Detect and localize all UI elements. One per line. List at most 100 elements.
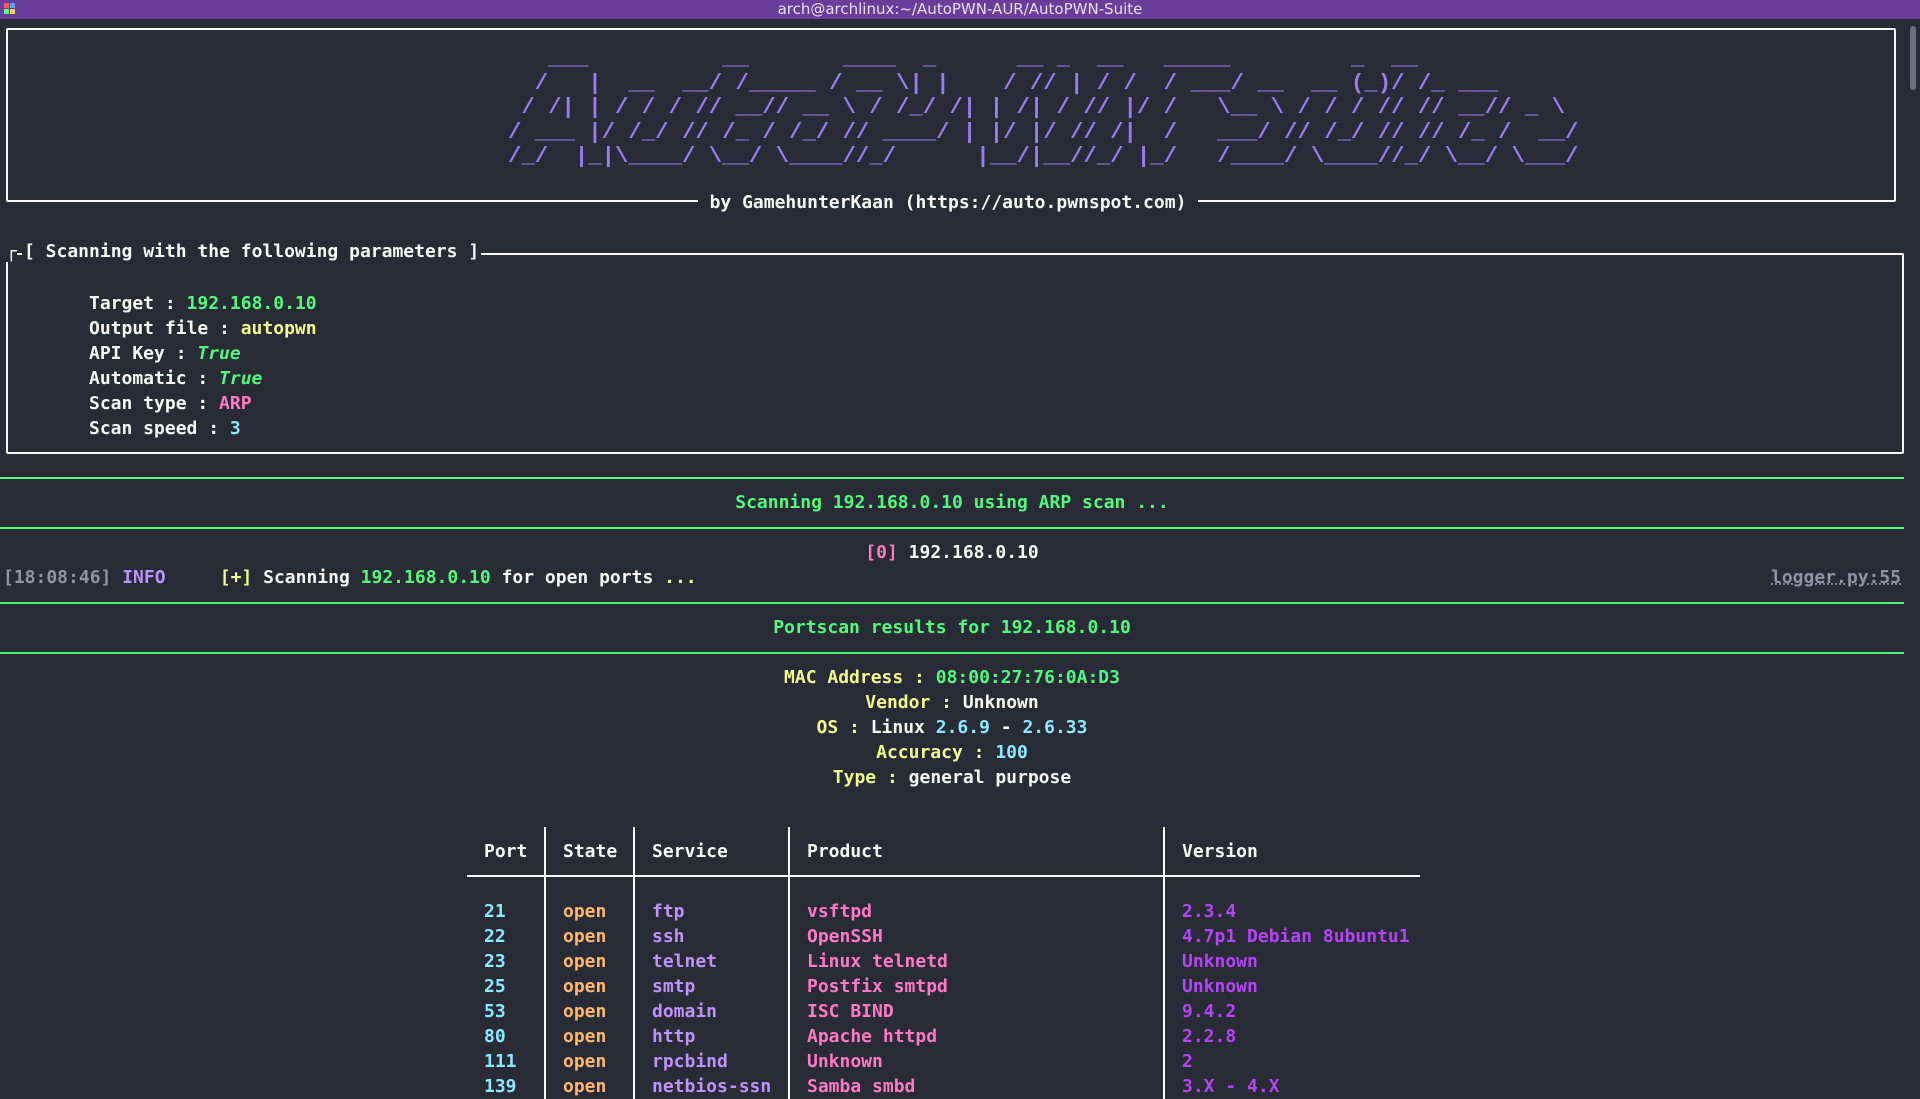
param-value: 3: [229, 418, 241, 439]
table-row: 139 open netbios-ssn Samba smbd 3.X - 4.X: [467, 1074, 1420, 1099]
service-cell: smtp: [633, 974, 789, 999]
param-value: True: [219, 368, 263, 389]
col-header-product: Product: [788, 827, 1164, 877]
host-ip: 192.168.0.10: [908, 542, 1039, 563]
product-cell: Apache httpd: [788, 1024, 1164, 1049]
table-header-row: Port State Service Product Version: [467, 827, 1420, 877]
host-index: [0]: [865, 542, 898, 563]
os-info: OS : Linux 2.6.9 - 2.6.33: [816, 717, 1088, 738]
param-api-key: API Key : True: [89, 343, 241, 364]
product-cell: OpenSSH: [788, 924, 1164, 949]
params-corner: ┌: [6, 241, 17, 262]
table-row: 23 open telnet Linux telnetd Unknown: [467, 949, 1420, 974]
product-cell: ISC BIND: [788, 999, 1164, 1024]
port-cell: 111: [484, 1051, 517, 1072]
log-time: [18:08:46]: [3, 567, 112, 588]
table-row: 21 open ftp vsftpd 2.3.4: [467, 876, 1420, 924]
param-automatic: Automatic : True: [89, 368, 263, 389]
service-cell: ftp: [633, 876, 789, 924]
version-cell: 2: [1163, 1049, 1420, 1074]
table-row: 111 open rpcbind Unknown 2: [467, 1049, 1420, 1074]
log-marker: [+]: [219, 567, 253, 588]
product-cell: vsftpd: [788, 876, 1164, 924]
window-title: arch@archlinux:~/AutoPWN-AUR/AutoPWN-Sui…: [777, 0, 1143, 18]
port-cell: 53: [484, 1001, 506, 1022]
col-header-version: Version: [1163, 827, 1420, 877]
table-row: 53 open domain ISC BIND 9.4.2: [467, 999, 1420, 1024]
state-cell: open: [544, 1074, 634, 1099]
table-row: 80 open http Apache httpd 2.2.8: [467, 1024, 1420, 1049]
state-cell: open: [544, 974, 634, 999]
param-value: ARP: [219, 393, 252, 414]
service-cell: domain: [633, 999, 789, 1024]
param-scan-speed: Scan speed : 3: [89, 418, 241, 439]
version-cell: Unknown: [1163, 949, 1420, 974]
port-cell: 25: [484, 976, 506, 997]
service-cell: ssh: [633, 924, 789, 949]
banner-line: / ___ |/ /_/ // /_ / /_/ // ____/ | |/ |…: [508, 118, 1579, 145]
banner-line: ___ __ ____ _ __ _ __ _____ _ __: [508, 45, 1418, 71]
port-cell: 139: [484, 1076, 517, 1097]
port-table: Port State Service Product Version 21 ope…: [467, 827, 1420, 1099]
rule-bottom-scan: [0, 527, 1904, 529]
portscan-heading: Portscan results for 192.168.0.10: [773, 617, 1131, 638]
log-level: INFO: [122, 567, 166, 588]
col-header-state: State: [544, 827, 634, 877]
param-target: Target : 192.168.0.10: [89, 293, 317, 314]
scrollbar-thumb[interactable]: [1910, 26, 1916, 90]
port-cell: 21: [484, 901, 506, 922]
product-cell: Unknown: [788, 1049, 1164, 1074]
state-cell: open: [544, 949, 634, 974]
col-header-port: Port: [467, 827, 545, 877]
banner-credit: by GamehunterKaan (https://auto.pwnspot.…: [0, 192, 1896, 213]
banner-ascii-art: ___ __ ____ _ __ _ __ _____ _ __ / | __ …: [508, 46, 1578, 169]
param-output-file: Output file : autopwn: [89, 318, 317, 339]
host-type: Type : general purpose: [832, 767, 1072, 788]
param-scan-type: Scan type : ARP: [89, 393, 252, 414]
service-cell: http: [633, 1024, 789, 1049]
banner-line: / | __ __/ /_____ / __ \| | / // | / / /…: [508, 69, 1499, 96]
log-source-link[interactable]: logger.py:55: [1771, 567, 1901, 588]
service-cell: telnet: [633, 949, 789, 974]
port-cell: 22: [484, 926, 506, 947]
version-cell: 9.4.2: [1163, 999, 1420, 1024]
rule-top-portscan: [0, 602, 1904, 604]
params-title: [ Scanning with the following parameters…: [22, 241, 482, 262]
product-cell: Samba smbd: [788, 1074, 1164, 1099]
state-cell: open: [544, 924, 634, 949]
version-cell: 2.2.8: [1163, 1024, 1420, 1049]
terminal-app-icon: [4, 3, 16, 15]
version-cell: 4.7p1 Debian 8ubuntu1: [1163, 924, 1420, 949]
mac-address: MAC Address : 08:00:27:76:0A:D3: [784, 667, 1120, 688]
log-ip: 192.168.0.10: [360, 567, 491, 588]
table-row: 22 open ssh OpenSSH 4.7p1 Debian 8ubuntu1: [467, 924, 1420, 949]
discovered-host: [0] 192.168.0.10: [0, 542, 1904, 563]
port-cell: 80: [484, 1026, 506, 1047]
state-cell: open: [544, 1049, 634, 1074]
window-titlebar: arch@archlinux:~/AutoPWN-AUR/AutoPWN-Sui…: [0, 0, 1920, 19]
state-cell: open: [544, 999, 634, 1024]
log-line: [18:08:46] INFO [+] Scanning 192.168.0.1…: [3, 567, 697, 588]
product-cell: Linux telnetd: [788, 949, 1164, 974]
state-cell: open: [544, 876, 634, 924]
banner-line: /_/ |_|\____/ \__/ \____//_/ |__/|__//_/…: [508, 143, 1579, 169]
rule-bottom-portscan: [0, 652, 1904, 654]
param-value: autopwn: [240, 318, 317, 339]
version-cell: Unknown: [1163, 974, 1420, 999]
table-row: 25 open smtp Postfix smtpd Unknown: [467, 974, 1420, 999]
product-cell: Postfix smtpd: [788, 974, 1164, 999]
vendor: Vendor : Unknown: [865, 692, 1039, 713]
port-cell: 23: [484, 951, 506, 972]
version-cell: 3.X - 4.X: [1163, 1074, 1420, 1099]
banner-line: / /| | / / / // __// __ \ / /_/ /| | /| …: [508, 94, 1566, 120]
params-panel: [6, 253, 1904, 454]
accuracy: Accuracy : 100: [876, 742, 1028, 763]
scan-heading: Scanning 192.168.0.10 using ARP scan ...: [735, 492, 1169, 513]
rule-top-scan: [0, 477, 1904, 479]
param-value: True: [197, 343, 241, 364]
col-header-service: Service: [633, 827, 789, 877]
param-value: 192.168.0.10: [186, 293, 317, 314]
service-cell: netbios-ssn: [633, 1074, 789, 1099]
version-cell: 2.3.4: [1163, 876, 1420, 924]
state-cell: open: [544, 1024, 634, 1049]
